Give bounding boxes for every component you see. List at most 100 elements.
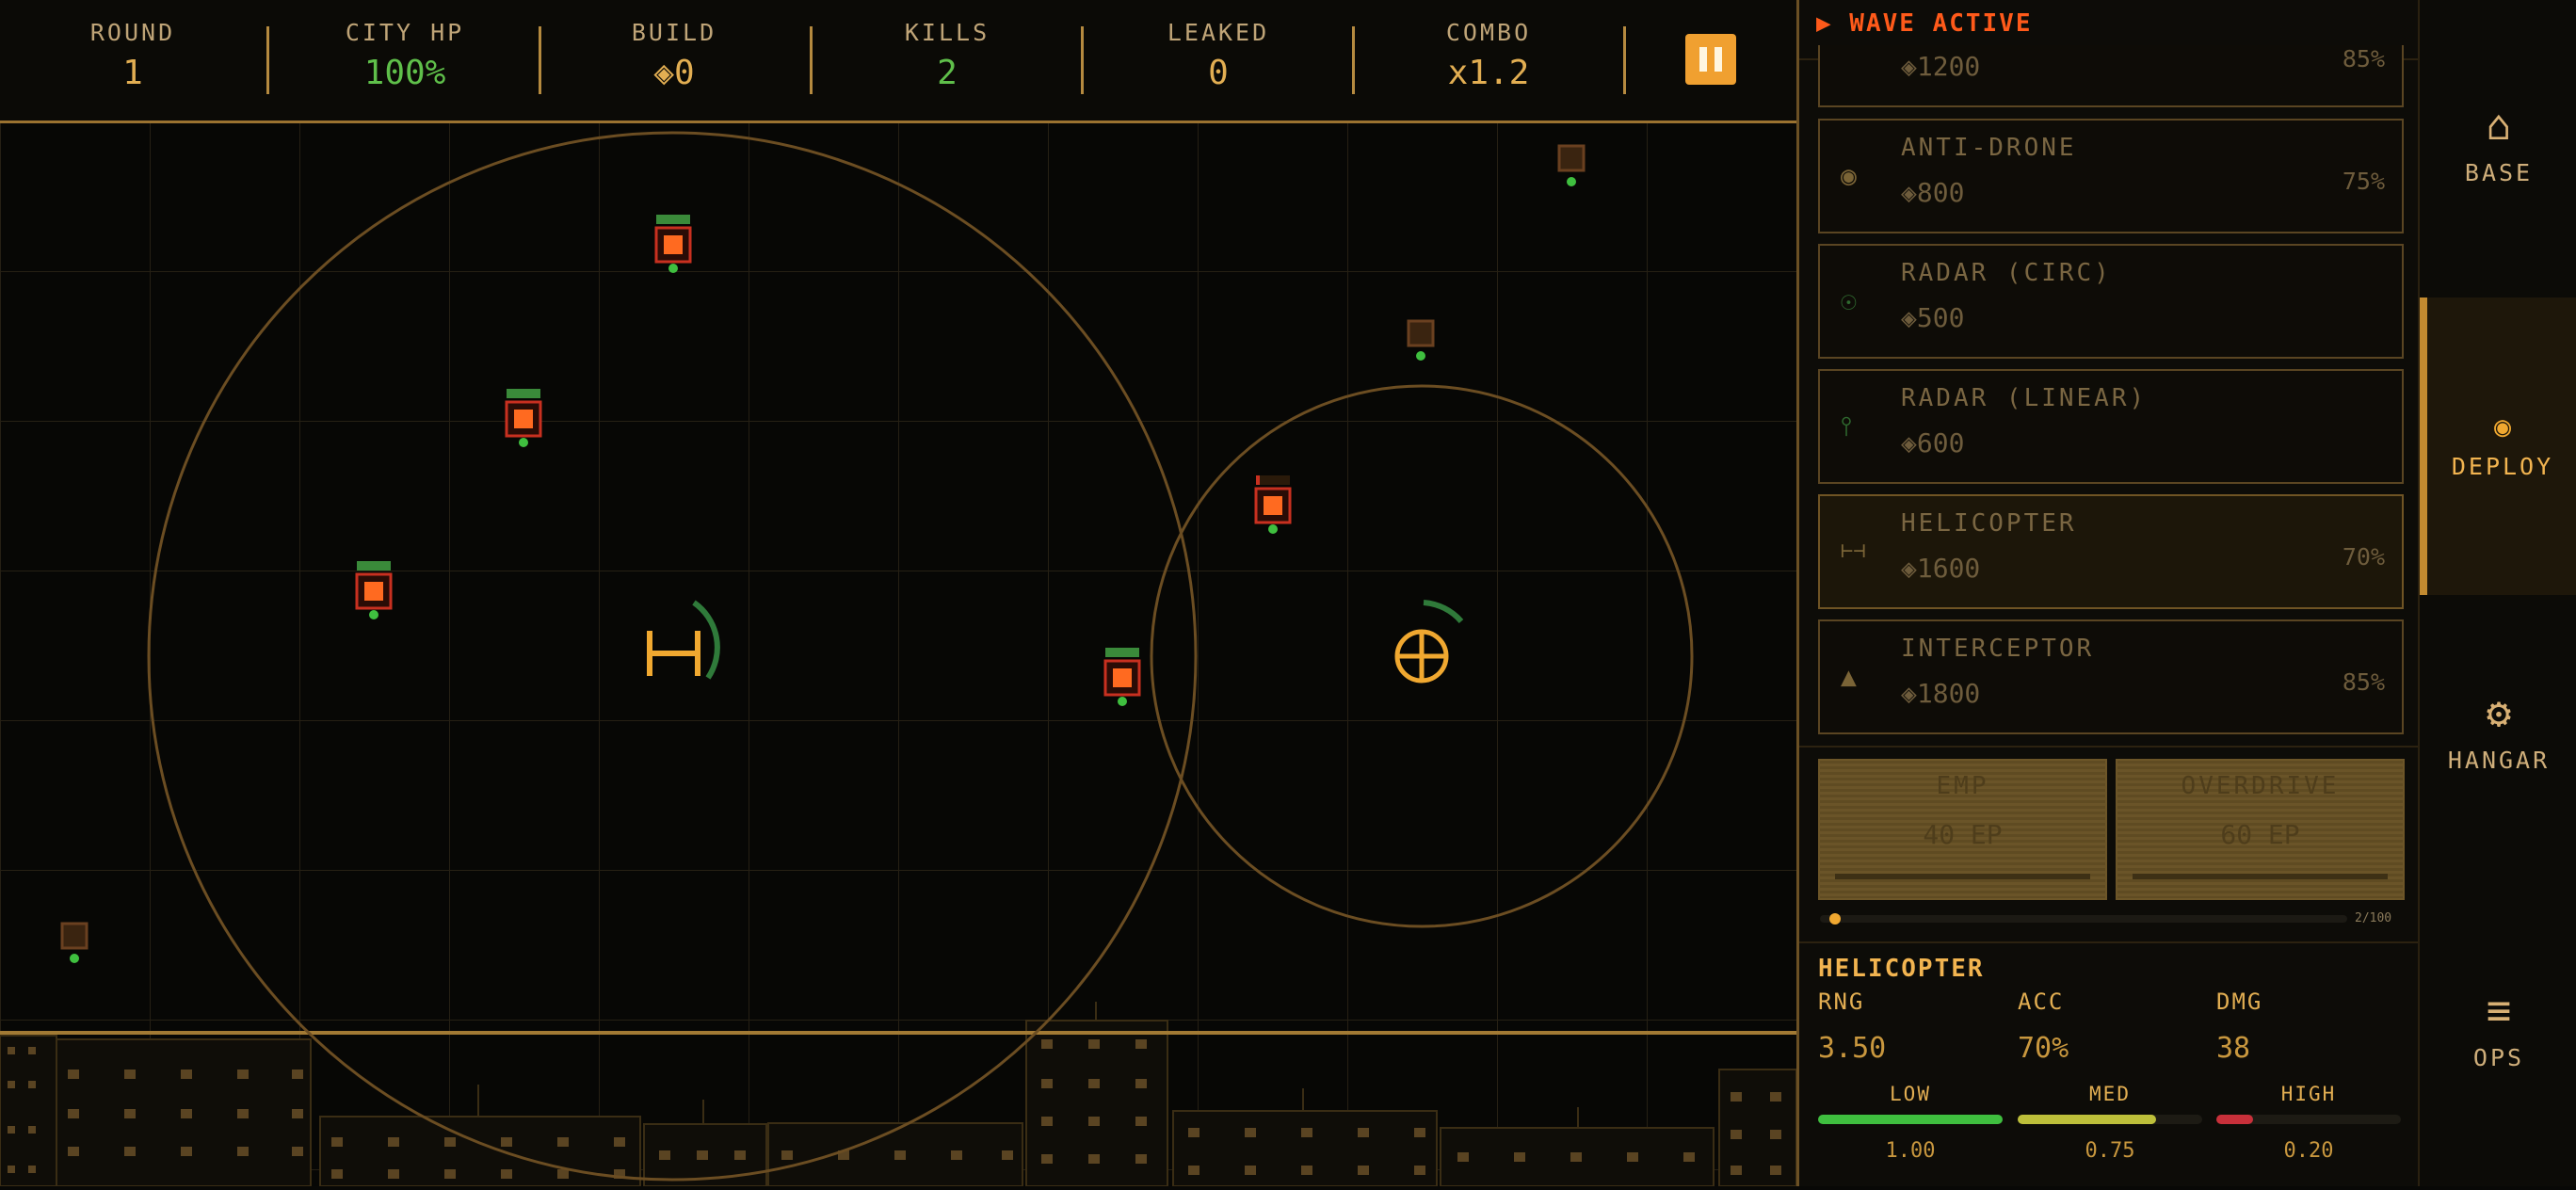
eff-low-label: LOW [1890,1083,1931,1105]
unit-card-interceptor[interactable]: ▲ INTERCEPTOR ◈1800 85% [1818,619,2404,734]
eff-med-label: MED [2089,1083,2131,1105]
stat-label: KILLS [904,19,990,46]
unit-cost: ◈800 [1901,177,1965,208]
stat-label: ROUND [89,19,176,46]
nav-label: BASE [2464,159,2534,186]
nav-label: OPS [2472,1044,2525,1071]
eff-high-track [2216,1115,2401,1124]
divider [810,26,813,94]
energy-fill [1828,913,1841,925]
eff-high-label: HIGH [2280,1083,2337,1105]
unit-name: RADAR (LINEAR) [1901,384,2148,412]
deploy-icon: ◉ [2493,410,2512,443]
eff-med-bar [2018,1115,2156,1124]
ability-charge-bar [2133,874,2388,879]
battlefield[interactable] [0,123,1796,1186]
hud-bar: ROUND 1 CITY HP 100% BUILD ◈0 KILLS 2 LE… [0,0,1796,123]
helicopter-unit [647,600,720,680]
dmg-value: 38 [2216,1032,2251,1065]
enemy-drone [654,215,692,273]
eff-med-track [2018,1115,2202,1124]
overdrive-ability-button[interactable]: OVERDRIVE 60 EP [2116,759,2405,900]
eff-low-value: 1.00 [1885,1139,1936,1163]
dmg-label: DMG [2216,989,2263,1015]
stat-combo: COMBO x1.2 [1357,19,1620,92]
unit-accuracy: 70% [2342,543,2385,571]
unit-cost: ◈600 [1901,427,1965,458]
unit-cost: ◈500 [1901,302,1965,333]
energy-label: 2/100 [2355,911,2392,925]
stat-label: LEAKED [1167,19,1270,46]
acc-value: 70% [2018,1032,2069,1065]
ability-name: EMP [1936,772,1989,800]
enemy-drone [1103,648,1141,706]
stat-city-hp: CITY HP 100% [273,19,537,92]
unit-name: ANTI-DRONE [1901,134,2077,162]
rng-value: 3.50 [1818,1032,1887,1065]
ability-cost: 40 EP [1923,819,2003,850]
anti-drone-icon: ◉ [1841,160,1857,191]
wave-status: ▶ WAVE ACTIVE [1816,9,2033,38]
unit-accuracy: 75% [2342,168,2385,195]
stat-kills: KILLS 2 [815,19,1079,92]
stat-value: 0 [1208,54,1229,92]
nav-label: HANGAR [2447,747,2551,774]
nav-rail: ⌂ BASE ◉ DEPLOY ⚙ HANGAR ≡ OPS [2418,0,2576,1186]
menu-icon: ≡ [2486,987,2512,1035]
nav-hangar[interactable]: ⚙ HANGAR [2420,595,2576,892]
unit-card-anti-drone[interactable]: ◉ ANTI-DRONE ◈800 75% [1818,119,2404,233]
distant-drone [1407,319,1435,361]
enemy-drone [1254,475,1292,534]
stat-build: BUILD ◈0 [542,19,806,92]
eff-low-bar [1818,1115,2003,1124]
stat-value: x1.2 [1447,54,1530,92]
distant-drone [60,922,89,963]
divider [1799,941,2421,943]
helicopter-icon: ⊢⊣ [1841,539,1866,563]
acc-label: ACC [2018,989,2065,1015]
divider [266,26,269,94]
nav-ops[interactable]: ≡ OPS [2420,892,2576,1190]
eff-high-bar [2216,1115,2254,1124]
anti-drone-unit [1394,600,1464,683]
enemy-drone [505,389,542,447]
radar-circular-icon: ☉ [1841,285,1857,316]
stat-value: 1 [122,54,143,92]
unit-cost: ◈1600 [1901,553,1981,584]
unit-card-helicopter[interactable]: ⊢⊣ HELICOPTER ◈1600 70% [1818,494,2404,609]
stat-round: ROUND 1 [1,19,265,92]
unit-name: INTERCEPTOR [1901,635,2095,663]
home-icon: ⌂ [2486,102,2512,150]
ability-charge-bar [1835,874,2090,879]
unit-cost: ◈1800 [1901,678,1981,709]
stat-value: 2 [937,54,958,92]
stat-label: BUILD [631,19,717,46]
rng-label: RNG [1818,989,1865,1015]
nav-base[interactable]: ⌂ BASE [2420,0,2576,298]
stat-label: COMBO [1445,19,1532,46]
eff-med-value: 0.75 [2085,1139,2135,1163]
nav-deploy[interactable]: ◉ DEPLOY [2420,298,2576,595]
unit-card-radar-linear[interactable]: ⫯ RADAR (LINEAR) ◈600 [1818,369,2404,484]
unit-card-radar-circ[interactable]: ☉ RADAR (CIRC) ◈500 [1818,244,2404,359]
unit-accuracy: 85% [2342,45,2385,72]
unit-name: RADAR (CIRC) [1901,259,2112,287]
ability-name: OVERDRIVE [2181,772,2340,800]
divider [1799,746,2421,748]
deploy-panel: ▶ WAVE ACTIVE ◈1200 85% ◉ ANTI-DRONE ◈80… [1796,0,2421,1186]
enemy-drone [355,561,393,619]
pause-button[interactable] [1685,34,1736,85]
divider [1623,26,1626,94]
gear-icon: ⚙ [2486,689,2512,737]
stat-label: CITY HP [345,19,465,46]
divider [1081,26,1084,94]
emp-ability-button[interactable]: EMP 40 EP [1818,759,2107,900]
unit-cost: ◈1200 [1901,51,1981,82]
divider [539,26,541,94]
unit-card-partial[interactable]: ◈1200 85% [1818,45,2404,107]
stat-value: 100% [363,54,446,92]
selected-unit-title: HELICOPTER [1818,955,1985,983]
unit-accuracy: 85% [2342,668,2385,696]
distant-drone [1557,144,1586,186]
eff-high-value: 0.20 [2283,1139,2334,1163]
